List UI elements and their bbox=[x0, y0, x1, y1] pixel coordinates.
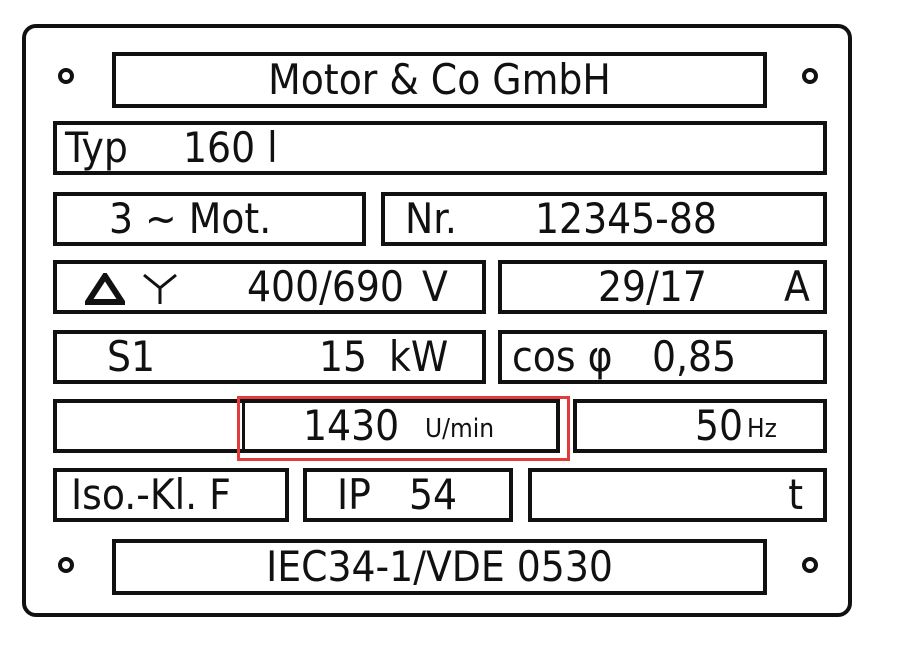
voltage-box: 400/690 V bbox=[53, 260, 486, 314]
cosphi-value: 0,85 bbox=[652, 332, 737, 381]
cosphi-box: cos φ 0,85 bbox=[498, 330, 827, 384]
frequency-value: 50 bbox=[695, 401, 744, 450]
mounting-hole-bottom-right bbox=[802, 557, 818, 573]
nr-value: 12345-88 bbox=[535, 194, 717, 243]
current-value: 29/17 bbox=[598, 262, 707, 311]
voltage-value: 400/690 bbox=[247, 262, 404, 311]
current-box: 29/17 A bbox=[498, 260, 827, 314]
weight-unit: t bbox=[788, 470, 803, 519]
type-box: Typ 160 l bbox=[53, 121, 827, 175]
ip-value: 54 bbox=[409, 470, 458, 519]
duty-cycle: S1 bbox=[107, 332, 156, 381]
nameplate bbox=[22, 24, 852, 617]
delta-icon bbox=[85, 273, 125, 305]
highlight-frame bbox=[237, 396, 570, 461]
frequency-unit: Hz bbox=[747, 414, 777, 444]
type-label: Typ bbox=[65, 123, 128, 172]
power-value: 15 bbox=[319, 332, 368, 381]
weight-box: t bbox=[528, 468, 827, 522]
standard-box: IEC34-1/VDE 0530 bbox=[112, 539, 767, 595]
power-box: S1 15 kW bbox=[53, 330, 486, 384]
phase-label: 3 ~ Mot. bbox=[109, 194, 272, 243]
standard-text: IEC34-1/VDE 0530 bbox=[266, 542, 613, 591]
power-unit: kW bbox=[389, 332, 449, 381]
nr-label: Nr. bbox=[405, 194, 457, 243]
phase-box: 3 ~ Mot. bbox=[53, 192, 366, 246]
cosphi-label: cos φ bbox=[512, 332, 613, 381]
current-unit: A bbox=[784, 262, 810, 311]
mounting-hole-bottom-left bbox=[58, 557, 74, 573]
type-value: 160 l bbox=[183, 123, 278, 172]
ip-label: IP bbox=[337, 470, 371, 519]
insulation-class: Iso.-Kl. F bbox=[71, 470, 231, 519]
mounting-hole-top-left bbox=[58, 68, 74, 84]
insulation-box: Iso.-Kl. F bbox=[53, 468, 289, 522]
voltage-unit: V bbox=[422, 262, 448, 311]
nr-box: Nr. 12345-88 bbox=[381, 192, 827, 246]
mounting-hole-top-right bbox=[802, 68, 818, 84]
star-icon bbox=[143, 273, 177, 304]
manufacturer-name: Motor & Co GmbH bbox=[268, 55, 611, 104]
manufacturer-box: Motor & Co GmbH bbox=[112, 52, 767, 108]
ip-box: IP 54 bbox=[303, 468, 513, 522]
frequency-box: 50 Hz bbox=[573, 399, 827, 453]
